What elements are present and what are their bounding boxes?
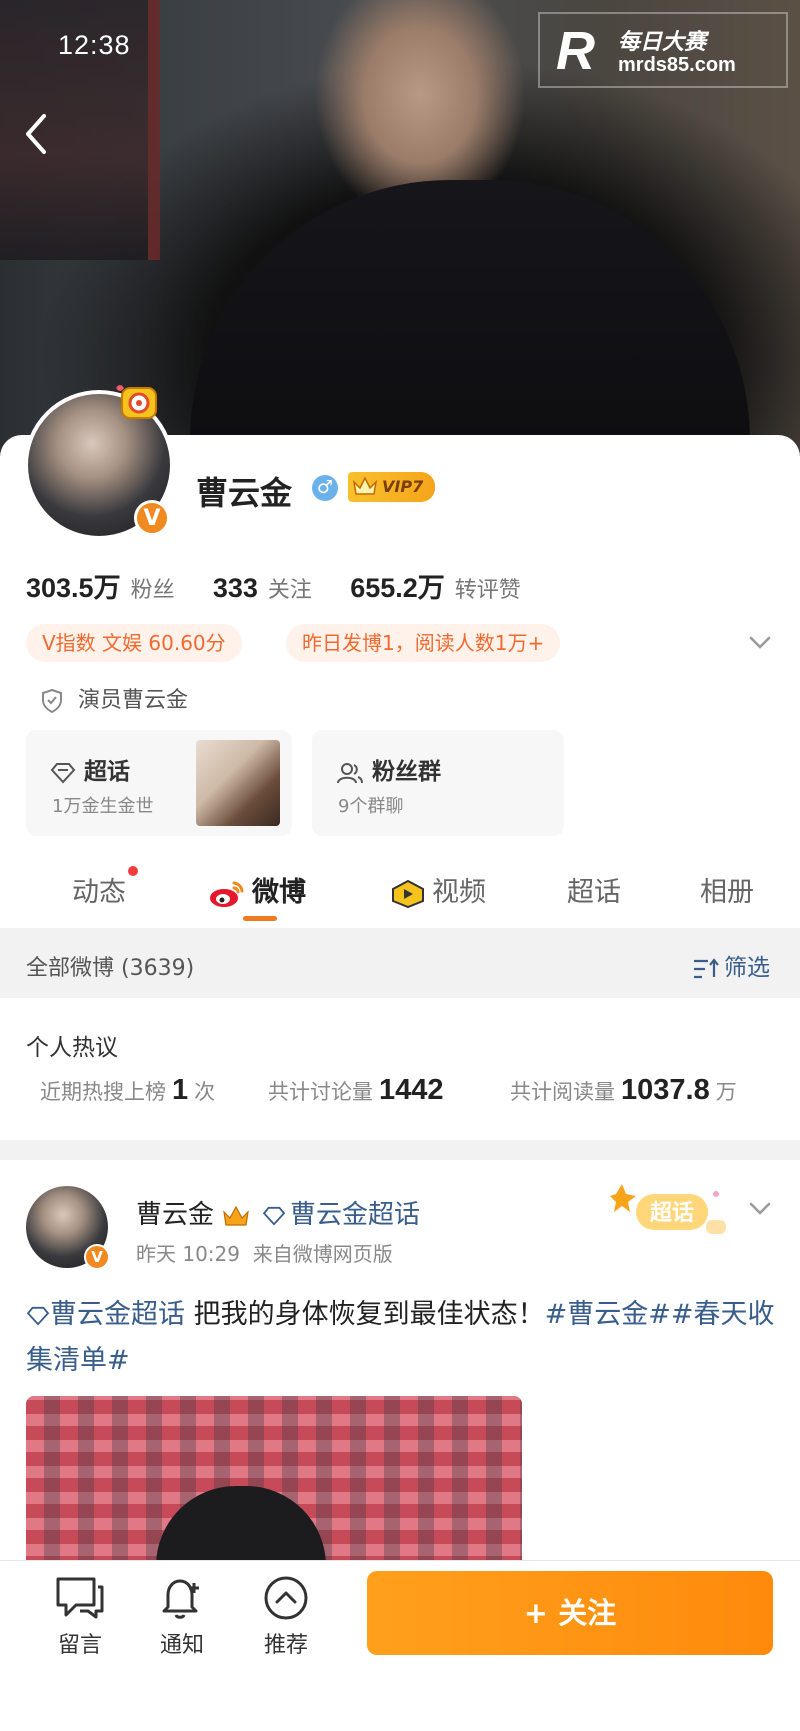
verification-info: 演员曹云金 (40, 682, 188, 714)
super-topic-subtitle: 1万金生金世 (52, 796, 154, 817)
vip-badge[interactable]: VIP7 (348, 472, 436, 502)
all-posts-count: 全部微博 (3639) (26, 956, 195, 981)
active-tab-indicator (243, 916, 277, 921)
back-arrow-icon[interactable] (22, 112, 50, 156)
post-verified-badge: V (84, 1244, 110, 1270)
profile-stats: 303.5万 粉丝 333 关注 655.2万 转评赞 (26, 566, 551, 605)
tab-album[interactable]: 相册 (700, 870, 754, 909)
bell-icon (162, 1579, 199, 1619)
chevron-down-icon[interactable] (748, 1196, 772, 1220)
fan-group-subtitle: 9个群聊 (338, 796, 404, 817)
hot-topic-heading: 个人热议 (26, 1035, 118, 1061)
tab-super-topic[interactable]: 超话 (567, 870, 621, 909)
super-topic-thumbnail (196, 740, 280, 826)
post-meta: 昨天 10:29 来自微博网页版 (136, 1242, 393, 1266)
recommend-button[interactable]: 推荐 (246, 1575, 326, 1659)
stat-following[interactable]: 333 关注 (213, 573, 342, 604)
profile-page: 12:38 R 每日大赛 mrds85.com V 曹云金 ♂ VIP7 303… (0, 0, 800, 1731)
post-text-body: 把我的身体恢复到最佳状态！ (193, 1299, 545, 1330)
activity-tag[interactable]: 昨日发博1，阅读人数1万+ (286, 624, 561, 662)
post-text-topic[interactable]: 曹云金超话 (26, 1299, 194, 1330)
crown-icon (352, 476, 378, 495)
post-text: 曹云金超话 把我的身体恢复到最佳状态！#曹云金##春天收集清单# (26, 1292, 776, 1384)
video-icon (392, 879, 424, 908)
post-author-avatar[interactable]: V (26, 1186, 110, 1270)
filter-button[interactable]: 筛选 (692, 948, 770, 982)
verified-badge: V (134, 500, 170, 536)
watermark-mark: R (556, 21, 595, 81)
diamond-icon (26, 1306, 50, 1326)
filter-bar: 全部微博 (3639) 筛选 (0, 928, 800, 998)
group-icon (337, 762, 363, 783)
tab-video[interactable]: 视频 (390, 870, 486, 909)
super-topic-box[interactable]: 超话 1万金生金世 (26, 730, 292, 836)
v-index-tag[interactable]: V指数 文娱 60.60分 (26, 624, 242, 662)
watermark-logo: R 每日大赛 mrds85.com (538, 12, 788, 88)
new-dot (128, 866, 138, 876)
gender-male-icon: ♂ (312, 475, 338, 501)
section-divider (0, 1140, 800, 1160)
verification-text: 演员曹云金 (78, 688, 189, 713)
message-label: 留言 (57, 1633, 102, 1658)
super-topic-badge-icon: 超话 (610, 1184, 726, 1234)
watermark-url: mrds85.com (618, 54, 736, 76)
chevron-down-icon[interactable] (748, 630, 772, 654)
fan-group-title: 粉丝群 (336, 752, 441, 786)
status-time: 12:38 (58, 30, 131, 60)
diamond-icon (50, 762, 76, 783)
hot-search-count: 近期热搜上榜 1 次 (40, 1074, 216, 1106)
profile-tabs: 动态 微博 视频 超话 相册 (0, 860, 800, 930)
recommend-label: 推荐 (263, 1633, 308, 1658)
tab-weibo[interactable]: 微博 (208, 870, 306, 909)
discussion-count: 共计讨论量 1442 (268, 1074, 444, 1106)
super-topic-title: 超话 (50, 752, 130, 786)
vip-label: VIP7 (382, 477, 424, 496)
post-topic-link[interactable]: 曹云金超话 (262, 1194, 420, 1231)
super-topic-badge-text: 超话 (650, 1201, 694, 1226)
tab-feed[interactable]: 动态 (72, 866, 138, 909)
personal-hot-topic[interactable]: 个人热议 近期热搜上榜 1 次 共计讨论量 1442 共计阅读量 1037.8 万 (0, 998, 800, 1140)
bottom-action-bar: 留言 通知 推荐 + 关注 (0, 1560, 800, 1731)
profile-name: 曹云金 (196, 474, 293, 512)
follow-button[interactable]: + 关注 (367, 1571, 773, 1655)
diamond-icon (262, 1206, 286, 1226)
notify-button[interactable]: 通知 (142, 1575, 222, 1659)
avatar-pendant-icon (116, 385, 157, 419)
read-count: 共计阅读量 1037.8 万 (510, 1074, 737, 1106)
watermark-title: 每日大赛 (618, 30, 707, 55)
message-icon (56, 1577, 104, 1619)
stat-interactions[interactable]: 655.2万 转评赞 (350, 573, 551, 604)
weibo-icon (210, 881, 244, 907)
crown-icon (223, 1205, 250, 1226)
shield-icon (42, 688, 62, 714)
post-author-name[interactable]: 曹云金 (136, 1194, 250, 1231)
fan-group-box[interactable]: 粉丝群 9个群聊 (312, 730, 564, 836)
stat-followers[interactable]: 303.5万 粉丝 (26, 573, 205, 604)
message-button[interactable]: 留言 (40, 1575, 120, 1659)
recommend-icon (264, 1576, 308, 1620)
notify-label: 通知 (159, 1633, 204, 1658)
filter-icon (694, 957, 719, 978)
